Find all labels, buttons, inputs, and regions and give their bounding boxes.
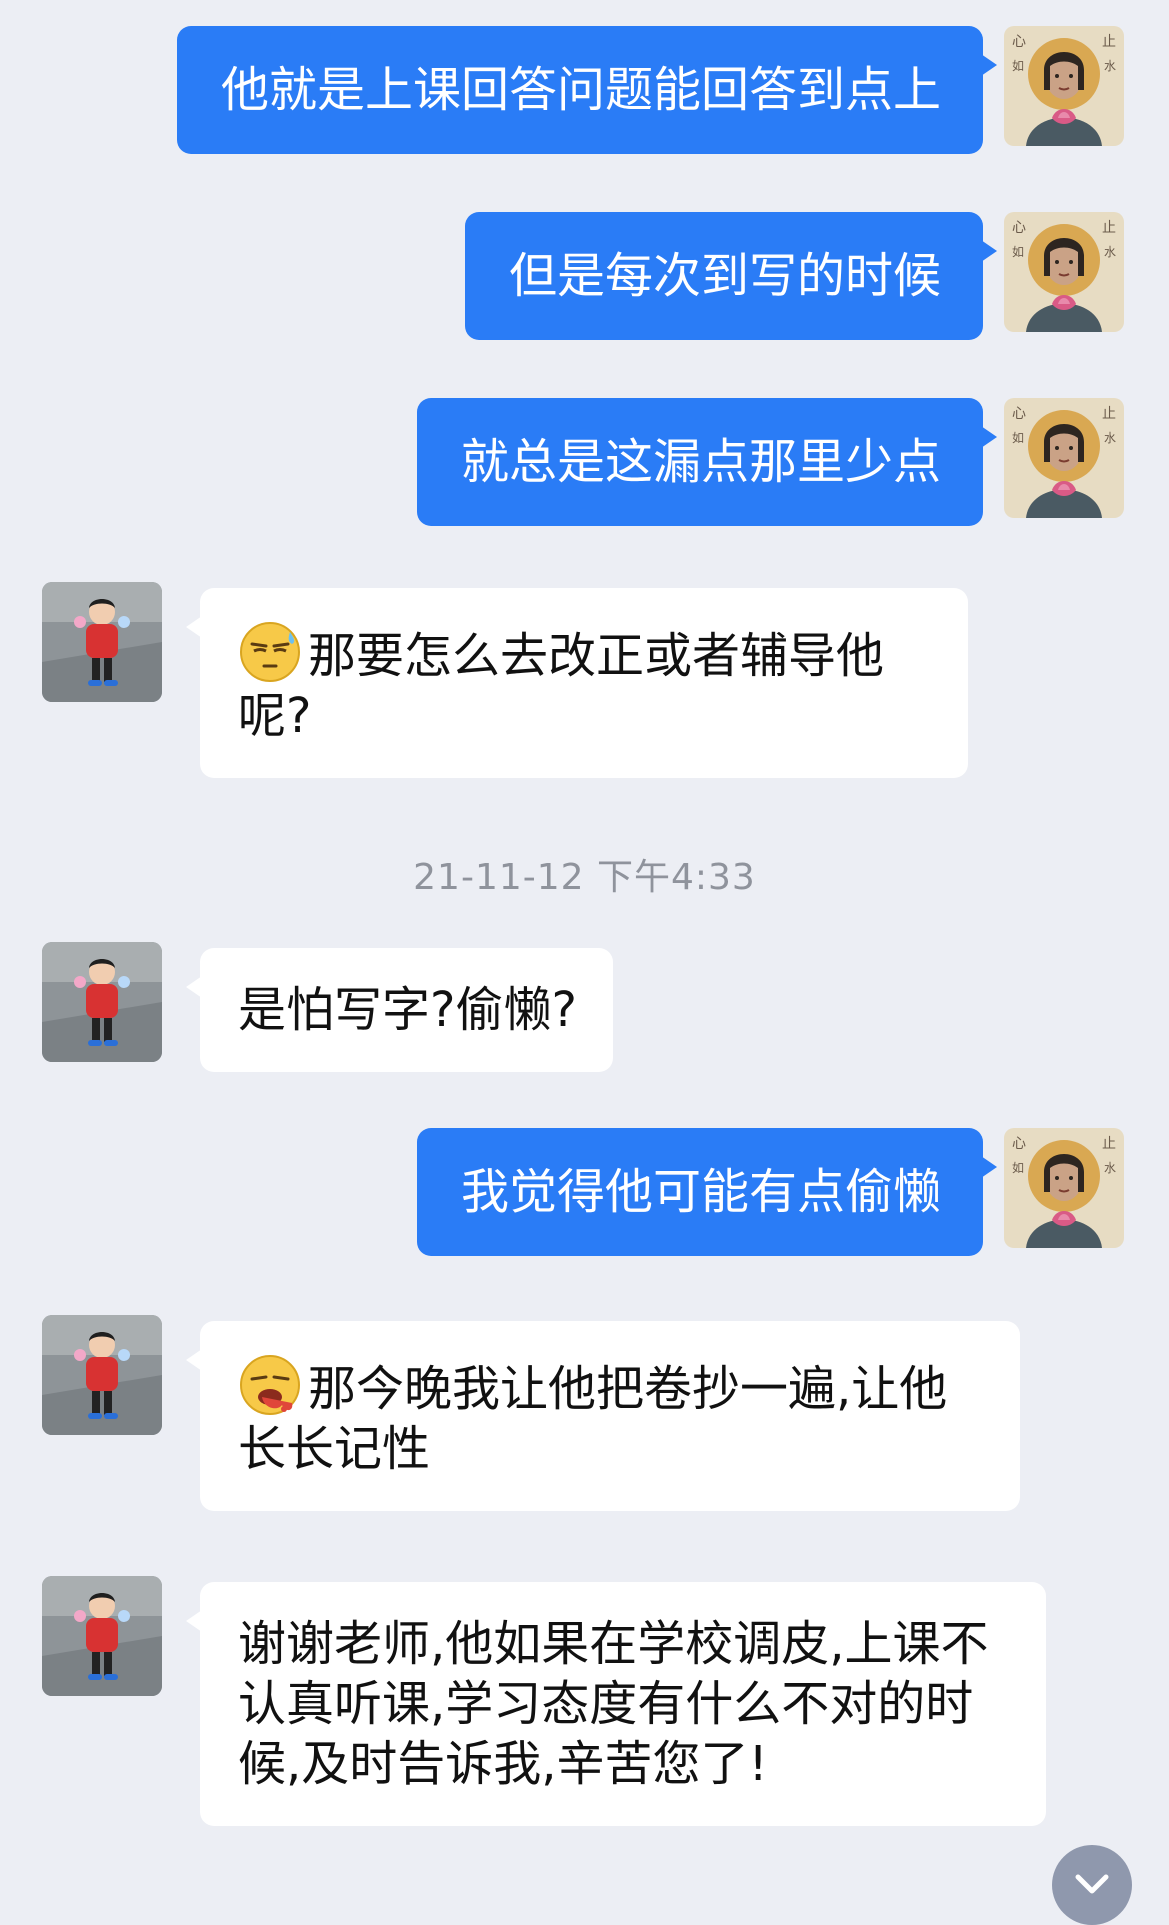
scroll-to-bottom-button[interactable] (1052, 1845, 1132, 1925)
vomit-emoji-icon (238, 1353, 302, 1417)
contact-avatar[interactable] (42, 942, 162, 1062)
message-text: 就总是这漏点那里少点 (460, 434, 941, 490)
message-text: 那要怎么去改正或者辅导他呢? (238, 628, 885, 744)
message-text: 谢谢老师,他如果在学校调皮,上课不认真听课,学习态度有什么不对的时候,及时告诉我… (238, 1616, 989, 1792)
message-text: 那今晚我让他把卷抄一遍,让他长长记性 (238, 1361, 948, 1477)
sent-message-bubble[interactable]: 他就是上课回答问题能回答到点上 (176, 26, 998, 154)
sent-message-bubble[interactable]: 但是每次到写的时候 (464, 212, 998, 340)
self-avatar[interactable] (1004, 26, 1124, 146)
message-text: 他就是上课回答问题能回答到点上 (220, 62, 941, 118)
received-message-bubble[interactable]: 那今晚我让他把卷抄一遍,让他长长记性 (186, 1321, 1020, 1511)
sent-message-bubble[interactable]: 我觉得他可能有点偷懒 (416, 1128, 998, 1256)
received-message-bubble[interactable]: 是怕写字?偷懒? (186, 948, 613, 1072)
received-message-bubble[interactable]: 那要怎么去改正或者辅导他呢? (186, 588, 968, 778)
self-avatar[interactable] (1004, 212, 1124, 332)
received-message-bubble[interactable]: 谢谢老师,他如果在学校调皮,上课不认真听课,学习态度有什么不对的时候,及时告诉我… (186, 1582, 1046, 1826)
self-avatar[interactable] (1004, 1128, 1124, 1248)
message-text: 我觉得他可能有点偷懒 (460, 1164, 941, 1220)
message-text: 但是每次到写的时候 (508, 248, 941, 304)
chevron-down-icon (1075, 1874, 1109, 1894)
self-avatar[interactable] (1004, 398, 1124, 518)
contact-avatar[interactable] (42, 1576, 162, 1696)
sweat-squint-emoji-icon (238, 620, 302, 684)
timestamp: 21-11-12 下午4:33 (413, 857, 756, 898)
contact-avatar[interactable] (42, 1315, 162, 1435)
sent-message-bubble[interactable]: 就总是这漏点那里少点 (416, 398, 998, 526)
message-text: 是怕写字?偷懒? (238, 982, 577, 1038)
contact-avatar[interactable] (42, 582, 162, 702)
